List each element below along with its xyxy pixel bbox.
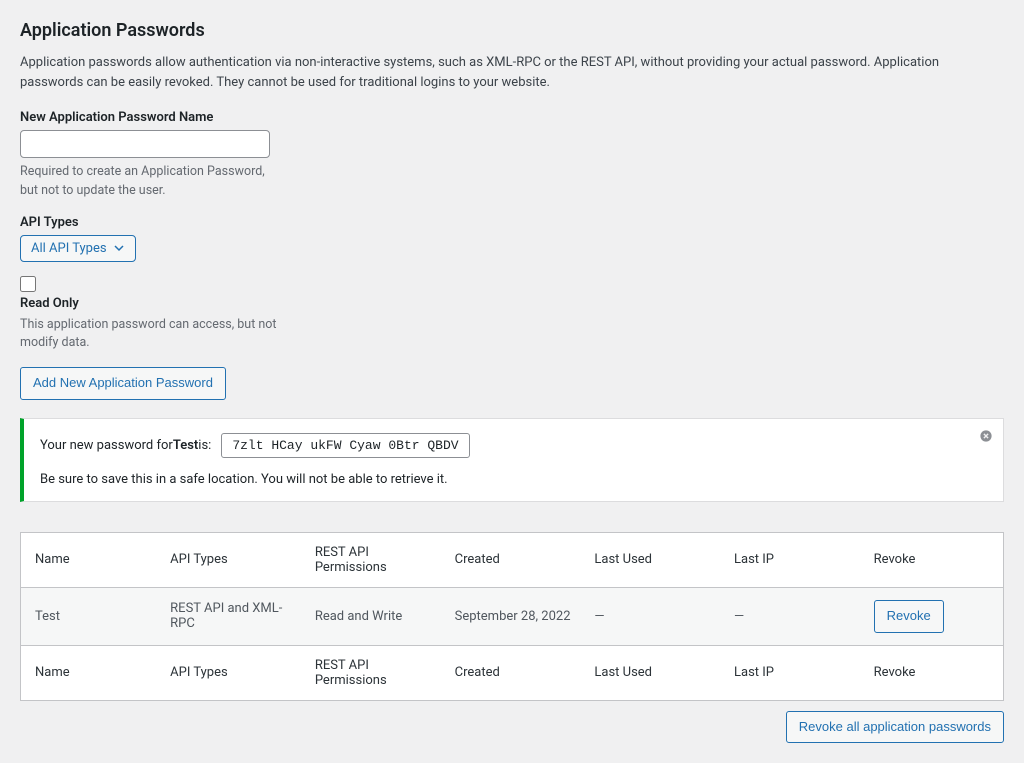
section-title: Application Passwords <box>20 20 1004 41</box>
table-header-row: Name API Types REST API Permissions Crea… <box>21 532 1004 587</box>
read-only-checkbox[interactable] <box>20 276 36 292</box>
cell-last-used: — <box>584 587 724 645</box>
notice-app-name: Test <box>173 438 198 453</box>
notice-suffix: is: <box>198 438 211 453</box>
cell-created: September 28, 2022 <box>445 587 585 645</box>
cell-api-types: REST API and XML-RPC <box>160 587 305 645</box>
api-types-dropdown[interactable]: All API Types <box>20 235 136 262</box>
revoke-button[interactable]: Revoke <box>874 600 944 633</box>
tf-name: Name <box>21 645 161 700</box>
tf-revoke: Revoke <box>864 645 1004 700</box>
tf-permissions: REST API Permissions <box>305 645 445 700</box>
th-api-types: API Types <box>160 532 305 587</box>
new-password-notice: Your new password for Test is: 7zlt HCay… <box>20 418 1004 502</box>
chevron-down-icon <box>113 242 125 254</box>
passwords-table: Name API Types REST API Permissions Crea… <box>20 532 1004 701</box>
tf-created: Created <box>445 645 585 700</box>
add-new-button[interactable]: Add New Application Password <box>20 367 226 400</box>
read-only-help: This application password can access, bu… <box>20 316 280 354</box>
revoke-all-button[interactable]: Revoke all application passwords <box>786 711 1004 744</box>
password-display[interactable]: 7zlt HCay ukFW Cyaw 0Btr QBDV <box>221 433 469 458</box>
th-last-used: Last Used <box>584 532 724 587</box>
cell-name: Test <box>21 587 161 645</box>
th-last-ip: Last IP <box>724 532 864 587</box>
cell-permissions: Read and Write <box>305 587 445 645</box>
table-footer-row: Name API Types REST API Permissions Crea… <box>21 645 1004 700</box>
th-created: Created <box>445 532 585 587</box>
notice-prefix: Your new password for <box>40 438 173 453</box>
th-name: Name <box>21 532 161 587</box>
notice-note: Be sure to save this in a safe location.… <box>40 472 987 487</box>
api-types-label: API Types <box>20 215 1004 230</box>
tf-last-ip: Last IP <box>724 645 864 700</box>
th-permissions: REST API Permissions <box>305 532 445 587</box>
table-row: Test REST API and XML-RPC Read and Write… <box>21 587 1004 645</box>
name-help-text: Required to create an Application Passwo… <box>20 163 280 201</box>
close-icon <box>979 429 993 443</box>
section-description: Application passwords allow authenticati… <box>20 53 1004 92</box>
api-types-selected: All API Types <box>31 241 107 256</box>
cell-revoke: Revoke <box>864 587 1004 645</box>
th-revoke: Revoke <box>864 532 1004 587</box>
read-only-label: Read Only <box>20 296 1004 311</box>
cell-last-ip: — <box>724 587 864 645</box>
name-field-label: New Application Password Name <box>20 110 1004 125</box>
tf-last-used: Last Used <box>584 645 724 700</box>
dismiss-notice-button[interactable] <box>977 427 995 445</box>
tf-api-types: API Types <box>160 645 305 700</box>
name-input[interactable] <box>20 130 270 158</box>
